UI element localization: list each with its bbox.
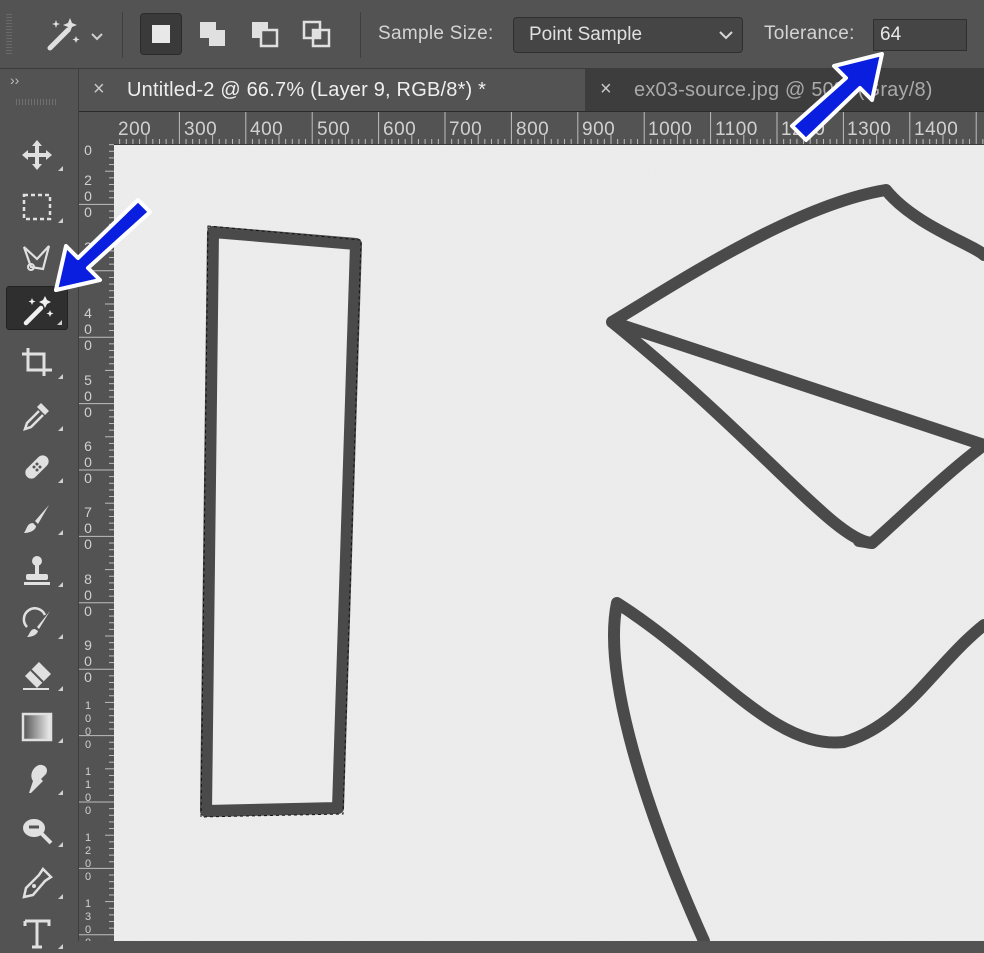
subtract-from-selection-button[interactable] <box>244 13 286 55</box>
ruler-label: 900 <box>582 119 616 140</box>
ruler-label: 700 <box>449 119 483 140</box>
clone-stamp-tool[interactable] <box>6 547 68 591</box>
smudge-tool-icon <box>29 764 48 793</box>
ruler-label: 600 <box>84 438 92 486</box>
new-selection-icon <box>152 25 170 43</box>
eraser-tool[interactable] <box>6 651 68 695</box>
magic-wand-icon <box>47 18 80 51</box>
add-to-selection-icon <box>200 22 225 46</box>
tab-title: Untitled-2 @ 66.7% (Layer 9, RGB/8*) * <box>127 79 487 101</box>
annotation-arrow-tolerance <box>790 52 884 142</box>
crop-tool-icon <box>22 348 52 376</box>
smudge-tool[interactable] <box>6 755 68 799</box>
ruler-label: 400 <box>84 305 92 353</box>
eraser-tool-icon <box>23 662 51 690</box>
history-brush-tool-icon <box>22 607 50 637</box>
dodge-tool-icon <box>23 819 53 845</box>
ruler-label: 1200 <box>84 832 92 883</box>
canvas-artwork <box>114 145 984 941</box>
ruler-label: 300 <box>184 119 218 140</box>
ruler-label: 1000 <box>648 119 693 140</box>
brush-tool-icon <box>24 505 49 533</box>
pen-tool[interactable] <box>6 859 68 903</box>
drawn-stroke <box>853 535 878 549</box>
ruler-label: 500 <box>317 119 351 140</box>
sample-size-label: Sample Size: <box>378 23 494 44</box>
intersect-selection-icon <box>302 20 331 48</box>
ruler-label: 1400 <box>914 119 959 140</box>
healing-brush-tool-icon <box>25 455 49 479</box>
tab-untitled-2[interactable]: × Untitled-2 @ 66.7% (Layer 9, RGB/8*) * <box>79 69 585 111</box>
tool-preset-picker[interactable] <box>30 14 112 56</box>
chevron-down-icon <box>719 31 733 40</box>
separator <box>360 12 361 58</box>
ruler-label: 800 <box>516 119 550 140</box>
ruler-label: 1300 <box>84 898 92 941</box>
options-bar-grip[interactable] <box>6 14 12 54</box>
ruler-label: 200 <box>118 119 152 140</box>
ruler-origin[interactable] <box>79 112 115 145</box>
panel-grip[interactable] <box>16 99 56 105</box>
separator <box>122 12 123 58</box>
chevron-down-icon <box>91 33 103 41</box>
close-tab-icon[interactable]: × <box>93 78 105 101</box>
healing-brush-tool[interactable] <box>6 443 68 487</box>
ruler-label: 900 <box>84 637 92 685</box>
ruler-label: 500 <box>84 372 92 420</box>
type-tool-icon <box>23 919 51 949</box>
collapse-panel-icon[interactable]: ›› <box>10 72 19 88</box>
crop-tool[interactable] <box>6 339 68 383</box>
new-selection-button[interactable] <box>140 13 182 55</box>
subtract-from-selection-icon <box>252 22 279 48</box>
intersect-selection-button[interactable] <box>296 13 338 55</box>
history-brush-tool[interactable] <box>6 599 68 643</box>
add-to-selection-button[interactable] <box>192 13 234 55</box>
pen-tool-icon <box>22 867 53 899</box>
type-tool[interactable] <box>6 909 68 953</box>
eyedropper-tool-icon <box>23 403 49 431</box>
ruler-label: 1100 <box>715 119 758 140</box>
move-tool[interactable] <box>6 131 68 175</box>
ruler-label: 1100 <box>84 766 92 817</box>
ruler-label: 600 <box>383 119 417 140</box>
close-tab-icon[interactable]: × <box>600 78 612 101</box>
document-canvas[interactable] <box>114 145 984 941</box>
gradient-tool-icon <box>21 712 53 742</box>
ruler-label: 800 <box>84 571 92 619</box>
sample-size-value: Point Sample <box>529 24 643 45</box>
annotation-arrow-tool <box>54 198 152 292</box>
ruler-label: 400 <box>250 119 284 140</box>
sample-size-dropdown[interactable]: Point Sample <box>513 17 743 53</box>
ruler-label: 700 <box>84 504 92 552</box>
brush-tool[interactable] <box>6 495 68 539</box>
move-tool-icon <box>22 140 52 170</box>
gradient-tool[interactable] <box>6 703 68 747</box>
eyedropper-tool[interactable] <box>6 391 68 435</box>
ruler-label: 1000 <box>84 700 92 751</box>
dodge-tool[interactable] <box>6 807 68 851</box>
clone-stamp-tool-icon <box>24 556 50 585</box>
ruler-label: 0 <box>84 144 92 158</box>
